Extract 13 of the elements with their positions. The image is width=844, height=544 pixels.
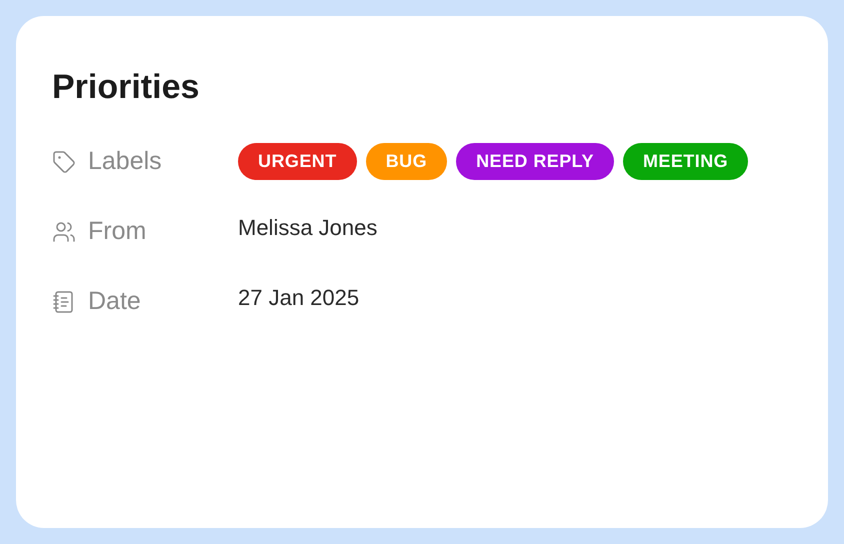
- label-tag: BUG: [366, 143, 448, 180]
- field-label: Date: [88, 286, 141, 317]
- sender-name: Melissa Jones: [238, 214, 378, 242]
- label-tag: URGENT: [238, 143, 357, 180]
- card-title: Priorities: [52, 67, 200, 108]
- tag-icon: [52, 150, 76, 174]
- field-label: From: [88, 216, 146, 247]
- label-tag: NEED REPLY: [456, 143, 614, 180]
- label-tag: MEETING: [622, 143, 748, 180]
- field-label: Labels: [88, 146, 162, 177]
- people-icon: [52, 220, 76, 244]
- date-value: 27 Jan 2025: [238, 284, 360, 312]
- notepad-icon: [52, 290, 76, 314]
